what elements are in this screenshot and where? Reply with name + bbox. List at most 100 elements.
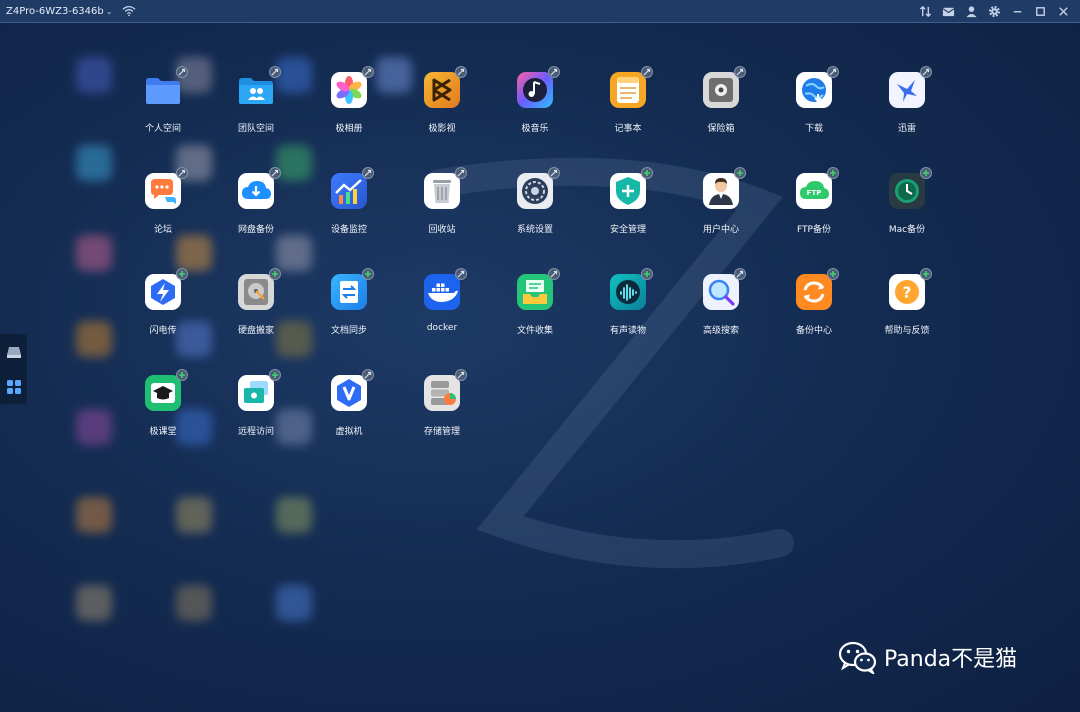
add-badge-icon[interactable] — [641, 268, 653, 280]
doc-sync-icon — [331, 274, 367, 310]
app-photos[interactable]: 极相册 — [309, 66, 389, 152]
app-user-center[interactable]: 用户中心 — [681, 167, 761, 253]
help-icon: ? — [889, 274, 925, 310]
wechat-icon — [838, 641, 877, 674]
ghost-tile — [76, 57, 112, 93]
storage-drive-icon[interactable] — [6, 344, 22, 360]
audiobook-icon — [610, 274, 646, 310]
app-personal-space[interactable]: 个人空间 — [123, 66, 203, 152]
add-badge-icon[interactable] — [920, 268, 932, 280]
user-icon[interactable] — [965, 5, 978, 18]
security-shield-icon — [610, 173, 646, 209]
app-label: 远程访问 — [237, 427, 274, 437]
add-badge-icon[interactable] — [269, 369, 281, 381]
close-icon[interactable] — [1057, 5, 1070, 18]
installed-badge-icon — [641, 66, 653, 78]
app-label: 个人空间 — [144, 124, 181, 134]
app-label: 团队空间 — [237, 124, 274, 134]
app-disk-move[interactable]: 硬盘搬家 — [216, 268, 296, 354]
app-recycle-bin[interactable]: 回收站 — [402, 167, 482, 253]
app-file-collect[interactable]: 文件收集 — [495, 268, 575, 354]
app-audiobook[interactable]: 有声读物 — [588, 268, 668, 354]
app-label: 有声读物 — [609, 326, 646, 336]
app-team-space[interactable]: 团队空间 — [216, 66, 296, 152]
installed-badge-icon — [455, 167, 467, 179]
apps-grid-icon[interactable] — [6, 379, 22, 395]
app-system-settings[interactable]: 系统设置 — [495, 167, 575, 253]
installed-badge-icon — [176, 167, 188, 179]
app-mac-backup[interactable]: Mac备份 — [867, 167, 947, 253]
ghost-tile — [76, 497, 112, 533]
file-collect-icon — [517, 274, 553, 310]
disk-move-icon — [238, 274, 274, 310]
app-device-monitor[interactable]: 设备监控 — [309, 167, 389, 253]
app-cloud-backup[interactable]: 网盘备份 — [216, 167, 296, 253]
add-badge-icon[interactable] — [827, 268, 839, 280]
classroom-icon — [145, 375, 181, 411]
app-classroom[interactable]: 极课堂 — [123, 369, 203, 455]
add-badge-icon[interactable] — [269, 268, 281, 280]
app-virtual-machine[interactable]: 虚拟机 — [309, 369, 389, 455]
transfer-icon[interactable] — [919, 5, 932, 18]
safe-icon — [703, 72, 739, 108]
user-center-icon — [703, 173, 739, 209]
app-label: 极影视 — [428, 124, 456, 134]
add-badge-icon[interactable] — [920, 167, 932, 179]
ghost-tile — [76, 409, 112, 445]
app-label: FTP备份 — [797, 225, 831, 235]
download-globe-icon — [796, 72, 832, 108]
ghost-tile — [76, 145, 112, 181]
app-label: 极课堂 — [149, 427, 177, 437]
app-label: 论坛 — [153, 225, 172, 235]
backup-center-icon — [796, 274, 832, 310]
app-music[interactable]: 极音乐 — [495, 66, 575, 152]
app-help-feedback[interactable]: ? 帮助与反馈 — [867, 268, 947, 354]
forum-icon — [145, 173, 181, 209]
add-badge-icon[interactable] — [827, 167, 839, 179]
mail-icon[interactable] — [942, 5, 955, 18]
app-label: 高级搜索 — [702, 326, 739, 336]
app-security[interactable]: 安全管理 — [588, 167, 668, 253]
app-advanced-search[interactable]: 高级搜索 — [681, 268, 761, 354]
installed-badge-icon — [362, 369, 374, 381]
minimize-icon[interactable] — [1011, 5, 1024, 18]
folder-icon — [145, 72, 181, 108]
ghost-tile — [76, 321, 112, 357]
side-dock — [0, 334, 27, 404]
trash-icon — [424, 173, 460, 209]
app-notepad[interactable]: 记事本 — [588, 66, 668, 152]
app-safe[interactable]: 保险箱 — [681, 66, 761, 152]
app-remote-access[interactable]: 远程访问 — [216, 369, 296, 455]
add-badge-icon[interactable] — [362, 268, 374, 280]
app-thunder[interactable]: 迅雷 — [867, 66, 947, 152]
app-lightning-transfer[interactable]: 闪电传 — [123, 268, 203, 354]
installed-badge-icon — [269, 167, 281, 179]
app-label: docker — [426, 323, 458, 333]
add-badge-icon[interactable] — [176, 369, 188, 381]
add-badge-icon[interactable] — [734, 167, 746, 179]
settings-icon[interactable] — [988, 5, 1001, 18]
app-backup-center[interactable]: 备份中心 — [774, 268, 854, 354]
wifi-icon — [122, 6, 136, 17]
device-name[interactable]: Z4Pro-6WZ3-6346b — [6, 6, 104, 17]
add-badge-icon[interactable] — [641, 167, 653, 179]
ftp-cloud-icon: FTP — [796, 173, 832, 209]
app-docker[interactable]: docker — [402, 268, 482, 354]
app-label: 下载 — [804, 124, 823, 134]
thunder-icon — [889, 72, 925, 108]
app-label: 用户中心 — [702, 225, 739, 235]
chevron-down-icon[interactable]: ⌄ — [106, 7, 113, 16]
app-video[interactable]: 极影视 — [402, 66, 482, 152]
notepad-icon — [610, 72, 646, 108]
app-storage-manager[interactable]: 存储管理 — [402, 369, 482, 455]
app-doc-sync[interactable]: 文档同步 — [309, 268, 389, 354]
app-label: 虚拟机 — [335, 427, 363, 437]
app-label: Mac备份 — [888, 225, 926, 235]
maximize-icon[interactable] — [1034, 5, 1047, 18]
ghost-tile — [76, 235, 112, 271]
app-download[interactable]: 下载 — [774, 66, 854, 152]
add-badge-icon[interactable] — [176, 268, 188, 280]
app-ftp-backup[interactable]: FTP FTP备份 — [774, 167, 854, 253]
installed-badge-icon — [455, 66, 467, 78]
app-forum[interactable]: 论坛 — [123, 167, 203, 253]
